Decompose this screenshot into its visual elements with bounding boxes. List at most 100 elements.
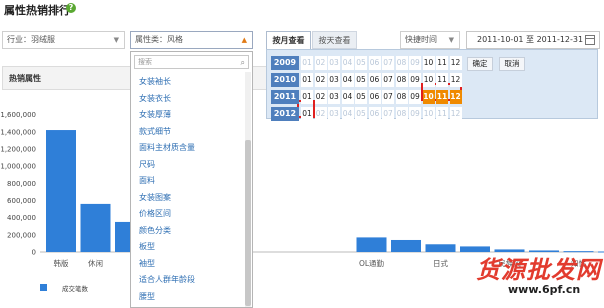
month-cell: 05 (355, 107, 367, 121)
month-cell[interactable]: 12 (449, 56, 462, 70)
month-cell[interactable]: 10 (422, 56, 435, 70)
x-category-label: 韩版 (54, 258, 69, 268)
month-cell: 05 (355, 56, 367, 70)
month-cell[interactable]: 04 (341, 90, 354, 104)
attribute-select[interactable]: 属性类：风格 ▲ (130, 31, 253, 49)
dropdown-item[interactable]: 面料 (139, 175, 155, 186)
dropdown-search-input[interactable]: 搜索 ⌕ (134, 55, 249, 69)
month-cell[interactable]: 04 (341, 73, 354, 87)
date-from: 2011-10-01 (477, 35, 524, 44)
month-cell[interactable]: 11 (436, 73, 448, 87)
dropdown-item[interactable]: 板型 (139, 241, 155, 252)
month-cell[interactable]: 07 (382, 90, 394, 104)
dropdown-item[interactable]: 女装图案 (139, 192, 171, 203)
month-cell[interactable]: 09 (409, 90, 421, 104)
panel-title: 热销属性 (9, 74, 41, 83)
x-category-label: 休闲 (88, 258, 103, 268)
search-icon: ⌕ (240, 58, 245, 67)
quick-time-value: 快捷时间 (405, 35, 437, 44)
month-cell[interactable]: 06 (368, 90, 381, 104)
chevron-down-icon: ▼ (113, 36, 119, 44)
month-cell: 08 (395, 107, 408, 121)
panel-header-strip (253, 66, 266, 90)
legend-swatch (40, 284, 47, 291)
chart-bar[interactable] (80, 203, 111, 252)
chart-bar[interactable] (391, 239, 421, 252)
month-cell[interactable]: 02 (314, 73, 327, 87)
month-cell: 07 (382, 56, 394, 70)
x-category-label: OL通勤 (359, 258, 385, 268)
calendar-icon[interactable] (585, 35, 595, 45)
month-cell: 06 (368, 107, 381, 121)
chart-bar[interactable] (425, 244, 456, 252)
date-range-field[interactable]: 2011-10-01 至 2011-12-31 (466, 31, 600, 49)
month-cell[interactable]: 01 (301, 107, 313, 121)
y-tick-label: 1,600,000 (0, 111, 36, 119)
panel-header: 热销属性 (2, 66, 130, 90)
month-cell[interactable]: 12 (449, 73, 462, 87)
quick-time-select[interactable]: 快捷时间 ▼ (400, 31, 460, 49)
tab-by-month[interactable]: 按月查看 (266, 31, 311, 49)
y-tick-label: 1,200,000 (0, 145, 36, 153)
dropdown-item[interactable]: 面料主材质含量 (139, 142, 195, 153)
cancel-button[interactable]: 取消 (499, 57, 525, 71)
month-cell[interactable]: 10 (422, 90, 435, 104)
attribute-select-value: 属性类：风格 (135, 35, 183, 44)
legend-label: 成交笔数 (62, 285, 88, 293)
y-tick-label: 600,000 (7, 197, 36, 205)
month-cell[interactable]: 03 (328, 73, 340, 87)
tab-by-day[interactable]: 按天查看 (312, 31, 357, 49)
dropdown-item[interactable]: 颜色分类 (139, 225, 171, 236)
confirm-button[interactable]: 确定 (467, 57, 493, 71)
chart-bar[interactable] (356, 237, 387, 252)
dropdown-item[interactable]: 适合人群年龄段 (139, 274, 195, 285)
month-cell[interactable]: 05 (355, 73, 367, 87)
dropdown-item[interactable]: 袖型 (139, 258, 155, 269)
month-cell: 01 (301, 56, 313, 70)
industry-select[interactable]: 行业：羽绒服 ▼ (2, 31, 125, 49)
x-category-label: 日式 (433, 258, 448, 268)
month-cell[interactable]: 12 (449, 90, 462, 104)
month-cell[interactable]: 03 (328, 90, 340, 104)
dropdown-scrollbar-thumb[interactable] (245, 140, 251, 306)
date-to: 2011-12-31 (536, 35, 584, 44)
chevron-up-icon: ▲ (241, 36, 247, 44)
month-cell[interactable]: 07 (382, 73, 394, 87)
industry-select-value: 行业：羽绒服 (7, 35, 55, 44)
watermark-url: www.6pf.cn (508, 283, 581, 296)
month-cell[interactable]: 06 (368, 73, 381, 87)
month-cell[interactable]: 11 (436, 90, 448, 104)
page-title: 属性热销排行 (4, 4, 70, 17)
dropdown-item[interactable]: 女装袖长 (139, 76, 171, 87)
dropdown-item[interactable]: 款式细节 (139, 126, 171, 137)
month-cell: 04 (341, 56, 354, 70)
month-cell[interactable]: 09 (409, 73, 421, 87)
month-cell[interactable]: 10 (422, 73, 435, 87)
month-cell: 02 (314, 56, 327, 70)
month-cell[interactable]: 05 (355, 90, 367, 104)
month-cell: 02 (314, 107, 327, 121)
dropdown-item[interactable]: 女装厚薄 (139, 109, 171, 120)
month-cell[interactable]: 02 (314, 90, 327, 104)
y-tick-label: 1,400,000 (0, 128, 36, 136)
month-cell: 11 (436, 107, 448, 121)
y-tick-label: 400,000 (7, 214, 36, 222)
month-cell: 12 (449, 107, 462, 121)
dropdown-item[interactable]: 女装衣长 (139, 93, 171, 104)
dropdown-item[interactable]: 腰型 (139, 291, 155, 302)
dropdown-item[interactable]: 价格区间 (139, 208, 171, 219)
chart-bar[interactable] (46, 130, 76, 252)
month-cell: 04 (341, 107, 354, 121)
month-cell[interactable]: 11 (436, 56, 448, 70)
year-label: 2012 (271, 107, 299, 121)
month-cell[interactable]: 08 (395, 73, 408, 87)
month-cell: 09 (409, 107, 421, 121)
watermark-text: 货源批发网 (476, 255, 601, 284)
month-cell[interactable]: 01 (301, 73, 313, 87)
month-cell: 07 (382, 107, 394, 121)
attribute-dropdown: 搜索 ⌕ 女装袖长女装衣长女装厚薄款式细节面料主材质含量 尺码面料女装图案价格区间… (130, 51, 253, 308)
help-icon[interactable]: ? (66, 3, 76, 13)
month-cell[interactable]: 08 (395, 90, 408, 104)
dropdown-item[interactable]: 尺码 (139, 159, 155, 170)
month-cell[interactable]: 01 (301, 90, 313, 104)
